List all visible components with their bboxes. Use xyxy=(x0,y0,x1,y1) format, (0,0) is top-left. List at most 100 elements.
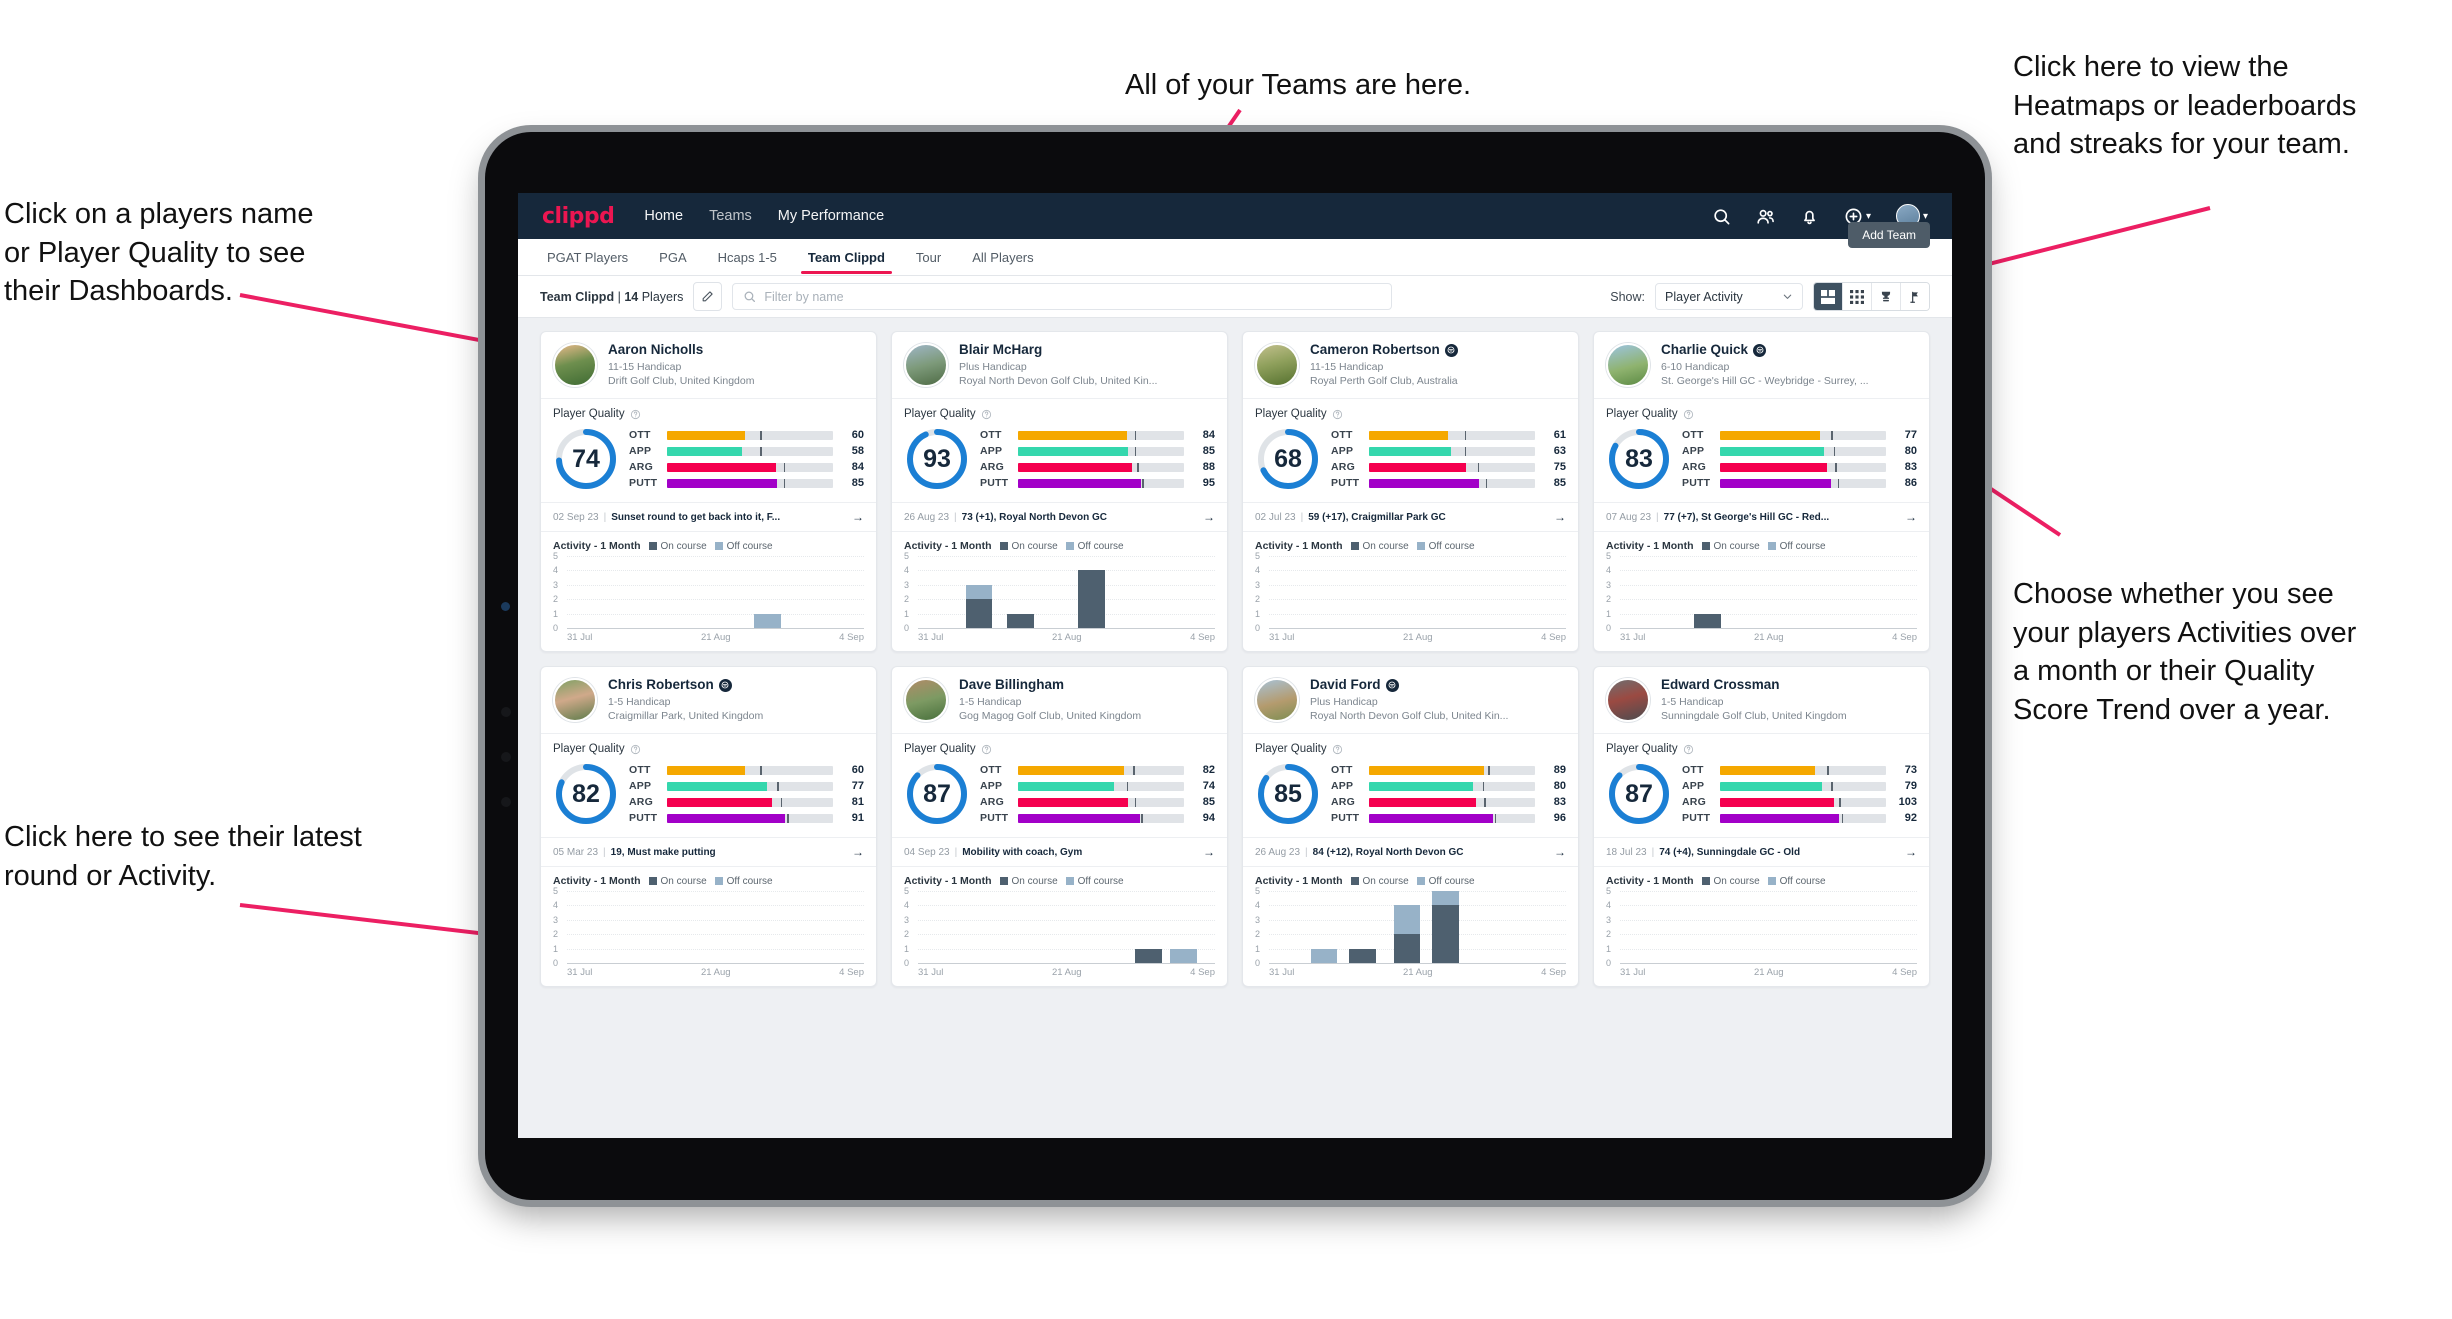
metric-label: OTT xyxy=(1682,429,1704,441)
quality-metrics-list: OTT 60 APP 58 ARG 84 PUTT 85 xyxy=(629,429,864,489)
tab-pga[interactable]: PGA xyxy=(656,241,689,273)
player-quality-section[interactable]: Player Quality 87 OTT 82 APP 74 ARG 85 PUTT 94 xyxy=(892,734,1227,837)
player-name[interactable]: Charlie Quick xyxy=(1661,342,1748,358)
player-card-header[interactable]: Chris Robertson 1-5 Handicap Craigmillar P… xyxy=(541,667,876,734)
player-name-row[interactable]: Edward Crossman xyxy=(1661,677,1847,693)
search-icon[interactable] xyxy=(1712,207,1731,226)
player-name[interactable]: Dave Billingham xyxy=(959,677,1064,693)
player-card[interactable]: Blair McHarg Plus Handicap Royal North Dev… xyxy=(891,331,1228,652)
help-circle-icon[interactable] xyxy=(1683,409,1694,420)
arrow-right-icon[interactable]: → xyxy=(1203,845,1215,859)
latest-round-row[interactable]: 04 Sep 23 | Mobility with coach, Gym → xyxy=(892,837,1227,867)
player-quality-donut[interactable]: 85 xyxy=(1255,761,1321,827)
player-card-header[interactable]: Edward Crossman 1-5 Handicap Sunningdale G… xyxy=(1594,667,1929,734)
player-name[interactable]: Cameron Robertson xyxy=(1310,342,1440,358)
tab-all-players[interactable]: All Players xyxy=(969,241,1036,273)
search-input[interactable]: Filter by name xyxy=(732,283,1393,310)
player-card-header[interactable]: Blair McHarg Plus Handicap Royal North Dev… xyxy=(892,332,1227,399)
player-name[interactable]: David Ford xyxy=(1310,677,1381,693)
player-name[interactable]: Edward Crossman xyxy=(1661,677,1780,693)
player-name[interactable]: Blair McHarg xyxy=(959,342,1042,358)
player-card[interactable]: Chris Robertson 1-5 Handicap Craigmillar P… xyxy=(540,666,877,987)
help-circle-icon[interactable] xyxy=(630,744,641,755)
player-card[interactable]: Aaron Nicholls 11-15 Handicap Drift Golf C… xyxy=(540,331,877,652)
tab-hcaps-1-5[interactable]: Hcaps 1-5 xyxy=(715,241,780,273)
latest-round-row[interactable]: 02 Jul 23 | 59 (+17), Craigmillar Park GC → xyxy=(1243,502,1578,532)
latest-round-row[interactable]: 02 Sep 23 | Sunset round to get back into … xyxy=(541,502,876,532)
nav-item-home[interactable]: Home xyxy=(644,208,683,224)
player-card-header[interactable]: Dave Billingham 1-5 Handicap Gog Magog Gol… xyxy=(892,667,1227,734)
player-quality-donut[interactable]: 87 xyxy=(1606,761,1672,827)
help-circle-icon[interactable] xyxy=(1332,409,1343,420)
player-name-row[interactable]: Blair McHarg xyxy=(959,342,1157,358)
latest-round-row[interactable]: 26 Aug 23 | 73 (+1), Royal North Devon GC → xyxy=(892,502,1227,532)
player-quality-section[interactable]: Player Quality 83 OTT 77 APP 80 ARG 83 PUTT 86 xyxy=(1594,399,1929,502)
help-circle-icon[interactable] xyxy=(630,409,641,420)
help-circle-icon[interactable] xyxy=(981,744,992,755)
tab-pgat-players[interactable]: PGAT Players xyxy=(544,241,631,273)
legend-off-course-label: Off course xyxy=(726,875,773,887)
arrow-right-icon[interactable]: → xyxy=(1905,845,1917,859)
pencil-icon xyxy=(703,291,714,302)
player-card-header[interactable]: Cameron Robertson 11-15 Handicap Royal Per… xyxy=(1243,332,1578,399)
view-leaderboard-button[interactable] xyxy=(1872,283,1901,310)
player-card[interactable]: Edward Crossman 1-5 Handicap Sunningdale G… xyxy=(1593,666,1930,987)
bell-icon[interactable] xyxy=(1800,207,1819,226)
view-heatmap-button[interactable] xyxy=(1901,283,1929,310)
player-card[interactable]: Charlie Quick 6-10 Handicap St. George's H… xyxy=(1593,331,1930,652)
player-quality-section[interactable]: Player Quality 87 OTT 73 APP 79 ARG 103 PUTT 92 xyxy=(1594,734,1929,837)
latest-round-row[interactable]: 07 Aug 23 | 77 (+7), St George's Hill GC -… xyxy=(1594,502,1929,532)
player-name-row[interactable]: Chris Robertson xyxy=(608,677,763,693)
player-name[interactable]: Chris Robertson xyxy=(608,677,714,693)
arrow-right-icon[interactable]: → xyxy=(1203,510,1215,524)
show-select[interactable]: Player Activity xyxy=(1655,283,1803,310)
player-quality-section[interactable]: Player Quality 93 OTT 84 APP 85 ARG 88 PUTT 95 xyxy=(892,399,1227,502)
player-name-row[interactable]: David Ford xyxy=(1310,677,1508,693)
latest-round-row[interactable]: 18 Jul 23 | 74 (+4), Sunningdale GC - Old → xyxy=(1594,837,1929,867)
tab-team-clippd[interactable]: Team Clippd xyxy=(800,241,892,274)
player-quality-section[interactable]: Player Quality 82 OTT 60 APP 77 ARG 81 PUTT 91 xyxy=(541,734,876,837)
legend-on-course: On course xyxy=(1701,876,1760,887)
arrow-right-icon[interactable]: → xyxy=(1554,510,1566,524)
add-team-button[interactable]: Add Team xyxy=(1848,222,1930,248)
player-quality-donut[interactable]: 74 xyxy=(553,426,619,492)
player-card[interactable]: Dave Billingham 1-5 Handicap Gog Magog Gol… xyxy=(891,666,1228,987)
arrow-right-icon[interactable]: → xyxy=(852,510,864,524)
player-quality-donut[interactable]: 83 xyxy=(1606,426,1672,492)
player-card-header[interactable]: Charlie Quick 6-10 Handicap St. George's H… xyxy=(1594,332,1929,399)
view-grid-small-button[interactable] xyxy=(1843,283,1872,310)
clippd-logo[interactable]: clippd xyxy=(542,204,615,229)
nav-item-my-performance[interactable]: My Performance xyxy=(778,208,884,224)
player-card[interactable]: David Ford Plus Handicap Royal North Devon… xyxy=(1242,666,1579,987)
help-circle-icon[interactable] xyxy=(981,409,992,420)
people-icon[interactable] xyxy=(1756,207,1775,226)
player-name-row[interactable]: Charlie Quick xyxy=(1661,342,1869,358)
player-name-row[interactable]: Cameron Robertson xyxy=(1310,342,1458,358)
latest-round-row[interactable]: 05 Mar 23 | 19, Must make putting → xyxy=(541,837,876,867)
player-card-header[interactable]: David Ford Plus Handicap Royal North Devon… xyxy=(1243,667,1578,734)
edit-team-button[interactable] xyxy=(693,282,723,311)
activity-bar xyxy=(1134,948,1162,963)
player-card[interactable]: Cameron Robertson 11-15 Handicap Royal Per… xyxy=(1242,331,1579,652)
view-grid-large-button[interactable] xyxy=(1814,283,1843,310)
player-quality-section[interactable]: Player Quality 85 OTT 89 APP 80 ARG 83 PUTT 96 xyxy=(1243,734,1578,837)
player-card-header[interactable]: Aaron Nicholls 11-15 Handicap Drift Golf C… xyxy=(541,332,876,399)
player-name-row[interactable]: Aaron Nicholls xyxy=(608,342,754,358)
player-name-row[interactable]: Dave Billingham xyxy=(959,677,1141,693)
player-quality-donut[interactable]: 93 xyxy=(904,426,970,492)
latest-round-row[interactable]: 26 Aug 23 | 84 (+12), Royal North Devon GC… xyxy=(1243,837,1578,867)
player-quality-section[interactable]: Player Quality 74 OTT 60 APP 58 ARG 84 PUTT 85 xyxy=(541,399,876,502)
player-quality-donut[interactable]: 87 xyxy=(904,761,970,827)
help-circle-icon[interactable] xyxy=(1332,744,1343,755)
nav-item-teams[interactable]: Teams xyxy=(709,208,752,224)
player-quality-donut[interactable]: 82 xyxy=(553,761,619,827)
arrow-right-icon[interactable]: → xyxy=(852,845,864,859)
arrow-right-icon[interactable]: → xyxy=(1905,510,1917,524)
metric-value: 60 xyxy=(851,429,864,441)
tab-tour[interactable]: Tour xyxy=(913,241,944,273)
help-circle-icon[interactable] xyxy=(1683,744,1694,755)
player-quality-donut[interactable]: 68 xyxy=(1255,426,1321,492)
player-quality-section[interactable]: Player Quality 68 OTT 61 APP 63 ARG 75 PUTT 85 xyxy=(1243,399,1578,502)
player-name[interactable]: Aaron Nicholls xyxy=(608,342,703,358)
arrow-right-icon[interactable]: → xyxy=(1554,845,1566,859)
